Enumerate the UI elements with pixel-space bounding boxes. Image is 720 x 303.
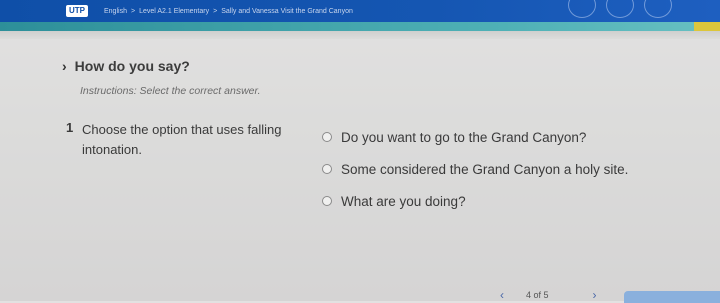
breadcrumb-item-lesson[interactable]: Sally and Vanessa Visit the Grand Canyon: [221, 8, 353, 15]
breadcrumb: English > Level A2.1 Elementary > Sally …: [104, 8, 353, 15]
page-counter: 4 of 5: [526, 290, 549, 300]
top-bar: UTP English > Level A2.1 Elementary > Sa…: [0, 0, 720, 22]
answer-option-label[interactable]: What are you doing?: [341, 194, 466, 209]
section-title: › How do you say?: [62, 58, 190, 74]
nav-circle-button[interactable]: [606, 0, 634, 18]
answer-option[interactable]: Do you want to go to the Grand Canyon?: [322, 121, 628, 153]
breadcrumb-separator: >: [213, 7, 218, 15]
question-text: Choose the option that uses falling into…: [82, 122, 282, 157]
strip-shadow: [0, 31, 720, 39]
answer-option-label[interactable]: Some considered the Grand Canyon a holy …: [341, 162, 628, 177]
nav-circle-button[interactable]: [568, 0, 596, 18]
radio-button[interactable]: [322, 164, 332, 174]
answer-option[interactable]: What are you doing?: [322, 185, 628, 217]
next-button[interactable]: [624, 291, 720, 303]
breadcrumb-separator: >: [130, 7, 136, 15]
chevron-right-icon: ›: [62, 58, 67, 74]
answer-option-label[interactable]: Do you want to go to the Grand Canyon?: [341, 130, 586, 145]
nav-circle-button[interactable]: [644, 0, 672, 18]
utp-logo[interactable]: UTP: [66, 5, 88, 17]
question-number: 1: [66, 120, 74, 135]
breadcrumb-item-course[interactable]: English: [104, 8, 127, 15]
radio-button[interactable]: [322, 132, 332, 142]
chevron-right-icon[interactable]: ›: [593, 288, 597, 302]
top-nav-circles: [568, 0, 672, 18]
pagination: ‹ 4 of 5 ›: [500, 288, 597, 302]
answer-option[interactable]: Some considered the Grand Canyon a holy …: [322, 153, 628, 185]
section-title-text: How do you say?: [74, 58, 190, 74]
instructions-text: Instructions: Select the correct answer.: [80, 85, 261, 97]
answer-options: Do you want to go to the Grand Canyon? S…: [322, 121, 628, 217]
progress-strip-accent: [694, 22, 720, 31]
chevron-left-icon[interactable]: ‹: [500, 288, 504, 302]
progress-strip: [0, 22, 720, 31]
radio-button[interactable]: [322, 196, 332, 206]
breadcrumb-item-level[interactable]: Level A2.1 Elementary: [139, 8, 209, 15]
